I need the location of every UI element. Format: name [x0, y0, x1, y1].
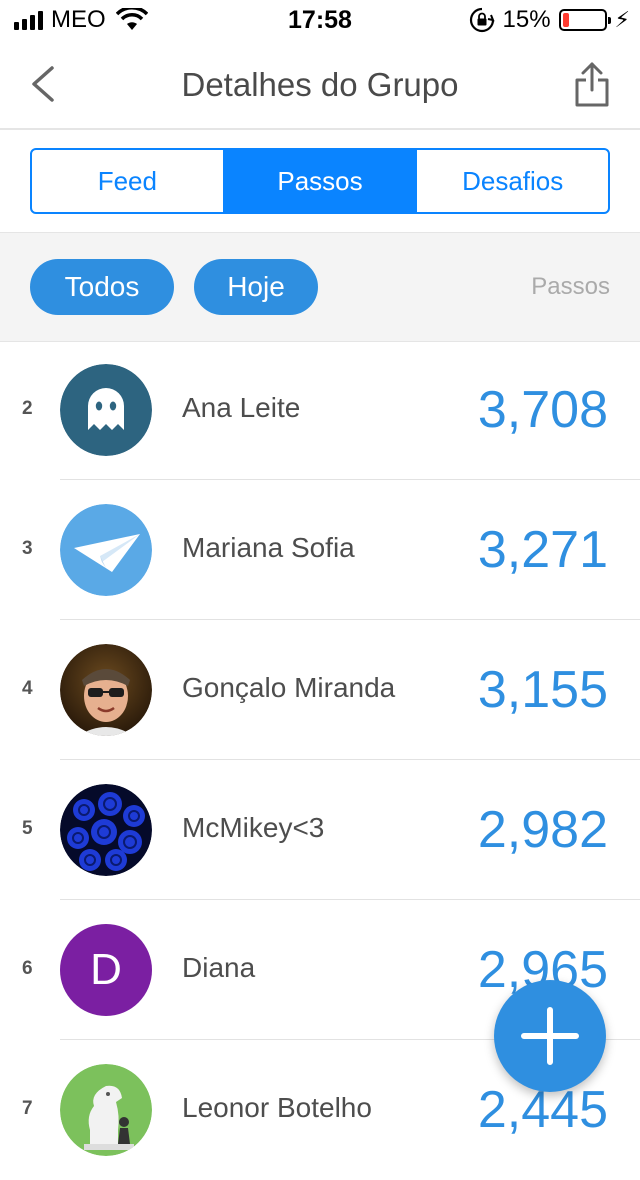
tab-feed[interactable]: Feed — [32, 150, 225, 212]
user-name: Leonor Botelho — [182, 1092, 372, 1123]
rank-number: 6 — [22, 958, 33, 979]
letter-avatar: D — [60, 924, 152, 1016]
filter-bar: Todos Hoje Passos — [0, 232, 640, 342]
leaderboard-row[interactable]: 5 McMikey<3 2,982 — [0, 760, 640, 900]
step-count: 2,982 — [477, 801, 608, 859]
chess-avatar — [60, 1064, 152, 1156]
leaderboard-row[interactable]: 2 Ana Leite 3,708 — [0, 340, 640, 480]
plus-icon — [521, 1007, 579, 1065]
rank-number: 7 — [22, 1098, 33, 1119]
user-name: Gonçalo Miranda — [182, 672, 396, 703]
page-title: Detalhes do Grupo — [181, 66, 459, 103]
rank-number: 2 — [22, 398, 33, 419]
segmented-control: Feed Passos Desafios — [30, 148, 610, 214]
rotation-lock-icon — [469, 7, 495, 33]
user-name: Diana — [182, 952, 256, 983]
share-button[interactable] — [572, 60, 612, 108]
step-count: 3,155 — [477, 661, 608, 719]
user-name: Ana Leite — [182, 392, 301, 423]
column-label-passos: Passos — [531, 273, 610, 300]
status-bar: MEO 17:58 15% ⚡ — [0, 0, 640, 40]
battery-level — [562, 13, 569, 27]
step-count: 3,708 — [477, 381, 608, 439]
battery-icon — [558, 9, 611, 31]
step-count: 3,271 — [477, 521, 608, 579]
filter-todos-button[interactable]: Todos — [30, 259, 174, 315]
leaderboard-row[interactable]: 4 Gonçalo Miranda 3,155 — [0, 620, 640, 760]
leaderboard-row[interactable]: 3 Mariana Sofia 3,271 — [0, 480, 640, 620]
charging-bolt-icon: ⚡ — [614, 7, 630, 32]
add-fab-button[interactable] — [494, 980, 606, 1092]
battery-percent: 15% — [502, 6, 551, 33]
rank-number: 4 — [22, 678, 33, 699]
user-name: Mariana Sofia — [182, 532, 355, 563]
rank-number: 5 — [22, 818, 33, 839]
avatar-initial: D — [90, 945, 122, 994]
rank-number: 3 — [22, 538, 33, 559]
photo-avatar — [60, 644, 152, 736]
ghost-avatar — [60, 364, 152, 456]
navigation-bar: Detalhes do Grupo — [0, 40, 640, 130]
blue-roses-avatar — [60, 784, 152, 876]
filter-hoje-button[interactable]: Hoje — [194, 259, 318, 315]
tab-passos[interactable]: Passos — [224, 150, 418, 212]
tab-desafios[interactable]: Desafios — [417, 150, 608, 212]
user-name: McMikey<3 — [182, 812, 325, 843]
paper-plane-avatar — [60, 504, 152, 596]
